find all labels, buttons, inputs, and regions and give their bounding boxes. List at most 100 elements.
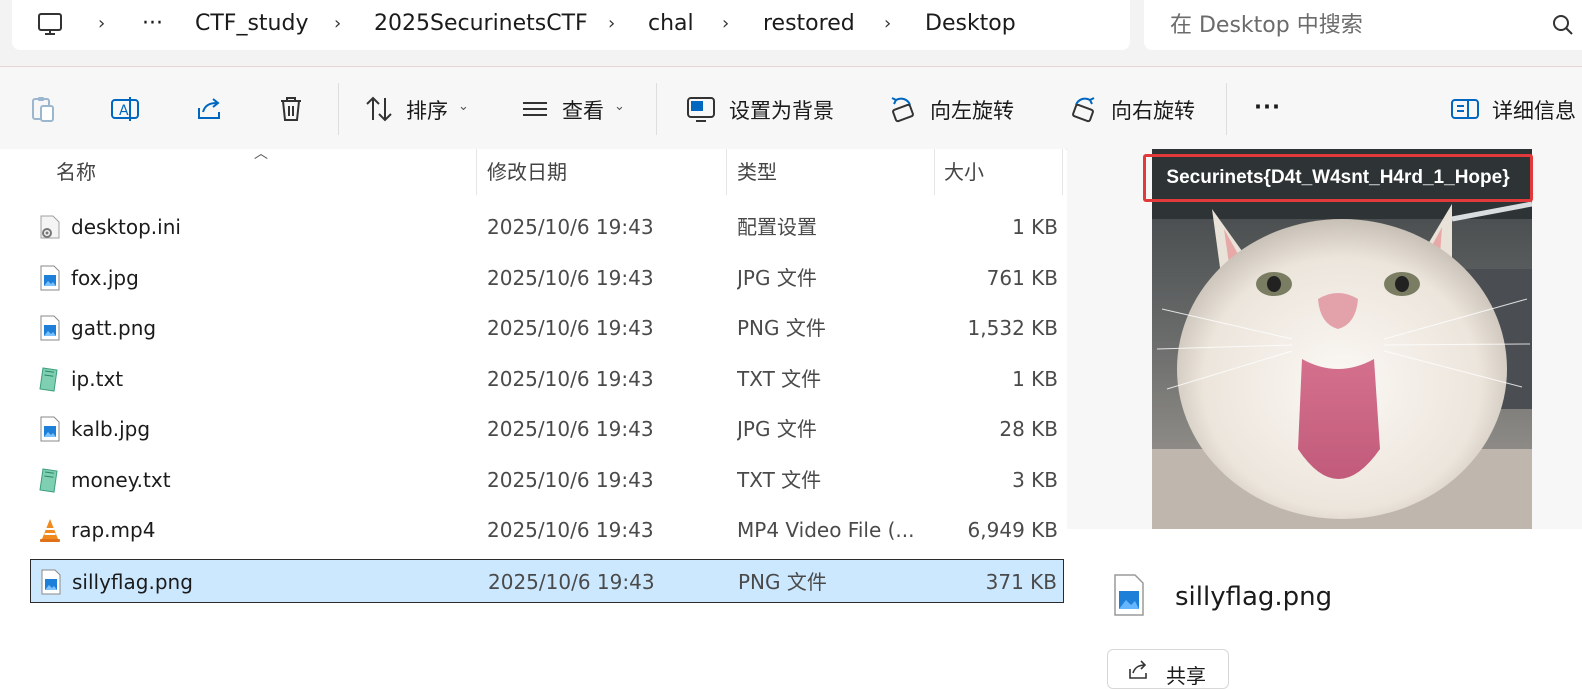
file-row[interactable]: gatt.png 2025/10/6 19:43 PNG 文件 1,532 KB	[30, 306, 1064, 350]
file-name: desktop.ini	[71, 215, 181, 239]
share-icon[interactable]	[194, 94, 224, 124]
file-row[interactable]: ip.txt 2025/10/6 19:43 TXT 文件 1 KB	[30, 357, 1064, 401]
share-icon	[1126, 658, 1150, 682]
file-type: JPG 文件	[737, 265, 817, 290]
flag-overlay-text: Securinets{D4t_W4snt_H4rd_1_Hope}	[1166, 167, 1510, 188]
svg-text:A: A	[119, 103, 129, 119]
preview-file-name: sillyflag.png	[1175, 582, 1333, 612]
column-header-name[interactable]: 名称	[56, 149, 96, 195]
file-size: 6,949 KB	[967, 518, 1058, 542]
sort-label: 排序	[406, 99, 448, 123]
view-icon	[520, 94, 550, 124]
file-size: 761 KB	[986, 265, 1058, 290]
chevron-right-icon[interactable]: ›	[884, 10, 891, 38]
view-label: 查看	[562, 99, 604, 123]
breadcrumb-overflow[interactable]: ···	[142, 10, 163, 38]
rotate-left-icon	[888, 94, 918, 124]
chevron-down-icon: ⌄	[458, 99, 469, 114]
file-row[interactable]: fox.jpg 2025/10/6 19:43 JPG 文件 761 KB	[30, 256, 1064, 300]
address-bar[interactable]: › ··· CTF_study › 2025SecurinetsCTF › ch…	[12, 0, 1130, 50]
column-resize-handle[interactable]	[1062, 149, 1063, 195]
chevron-right-icon[interactable]: ›	[334, 10, 341, 38]
file-type: 配置设置	[737, 215, 817, 239]
file-type: JPG 文件	[737, 417, 817, 441]
search-icon[interactable]	[1550, 12, 1576, 38]
chevron-right-icon[interactable]: ›	[608, 10, 615, 38]
file-type: TXT 文件	[737, 366, 822, 391]
title-bar: › ··· CTF_study › 2025SecurinetsCTF › ch…	[0, 0, 1582, 66]
toolbar-divider	[656, 83, 657, 135]
sort-icon	[364, 94, 394, 124]
file-size: 1 KB	[1012, 366, 1058, 391]
column-header-size[interactable]: 大小	[944, 149, 984, 195]
toolbar-divider	[1226, 83, 1227, 135]
text-file-icon	[38, 366, 62, 392]
file-row[interactable]: sillyflag.png 2025/10/6 19:43 PNG 文件 371 KB	[30, 558, 1064, 603]
chevron-right-icon[interactable]: ›	[98, 10, 105, 38]
rename-icon[interactable]: A	[110, 94, 140, 124]
column-header-type[interactable]: 类型	[737, 149, 777, 195]
file-type: TXT 文件	[737, 467, 822, 492]
delete-icon[interactable]	[276, 94, 306, 124]
breadcrumb-restored[interactable]: restored	[763, 10, 855, 38]
file-size: 1,532 KB	[967, 316, 1058, 340]
file-date: 2025/10/6 19:43	[487, 366, 654, 391]
text-file-icon	[38, 467, 62, 493]
preview-file-icon	[1113, 573, 1145, 617]
breadcrumb-2025securinetsctf[interactable]: 2025SecurinetsCTF	[374, 10, 588, 38]
file-row[interactable]: money.txt 2025/10/6 19:43 TXT 文件 3 KB	[30, 458, 1064, 502]
details-label: 详细信息	[1492, 99, 1576, 123]
settings-file-icon	[38, 214, 62, 240]
image-file-icon	[38, 265, 62, 291]
file-size: 371 KB	[985, 569, 1057, 594]
file-row[interactable]: kalb.jpg 2025/10/6 19:43 JPG 文件 28 KB	[30, 407, 1064, 451]
share-button[interactable]: 共享	[1107, 649, 1229, 689]
command-bar: A 排序 ⌄ 查看 ⌄ 设置为背景 向左旋转 向右旋转 ··· 详细信息	[0, 66, 1582, 150]
desktop-background-icon	[686, 94, 716, 124]
computer-icon[interactable]	[36, 11, 64, 39]
column-resize-handle[interactable]	[476, 149, 477, 195]
file-date: 2025/10/6 19:43	[487, 265, 654, 290]
file-name: fox.jpg	[71, 265, 139, 290]
file-size: 3 KB	[1012, 467, 1058, 492]
file-date: 2025/10/6 19:43	[487, 467, 654, 492]
preview-image	[1152, 149, 1532, 529]
file-size: 1 KB	[1012, 215, 1058, 239]
column-resize-handle[interactable]	[726, 149, 727, 195]
file-row[interactable]: rap.mp4 2025/10/6 19:43 MP4 Video File (..…	[30, 508, 1064, 552]
breadcrumb-ctf-study[interactable]: CTF_study	[195, 10, 308, 38]
file-row[interactable]: desktop.ini 2025/10/6 19:43 配置设置 1 KB	[30, 205, 1064, 249]
file-name: money.txt	[71, 467, 171, 492]
file-type: PNG 文件	[737, 316, 826, 340]
file-size: 28 KB	[999, 417, 1058, 441]
file-date: 2025/10/6 19:43	[487, 417, 654, 441]
file-date: 2025/10/6 19:43	[487, 518, 654, 542]
paste-icon[interactable]	[28, 94, 58, 124]
sort-ascending-icon: ︿	[254, 146, 268, 162]
share-label: 共享	[1166, 664, 1206, 688]
image-file-icon	[38, 315, 62, 341]
more-options-button[interactable]: ···	[1254, 93, 1281, 121]
column-resize-handle[interactable]	[934, 149, 935, 195]
file-type: MP4 Video File (...	[737, 518, 915, 542]
details-pane-icon	[1450, 94, 1480, 124]
file-list: ︿ 名称 修改日期 类型 大小 desktop.ini 2025/10/6 19:…	[0, 146, 1066, 681]
preview-pane: Securinets{D4t_W4snt_H4rd_1_Hope} sillyf…	[1067, 149, 1582, 689]
file-name: ip.txt	[71, 366, 124, 391]
breadcrumb-desktop[interactable]: Desktop	[925, 10, 1016, 38]
column-header-date[interactable]: 修改日期	[487, 149, 567, 195]
search-input[interactable]	[1168, 8, 1542, 42]
file-name: kalb.jpg	[71, 417, 151, 441]
rotate-right-label: 向右旋转	[1111, 99, 1195, 123]
breadcrumb-chal[interactable]: chal	[648, 10, 694, 38]
file-type: PNG 文件	[738, 569, 827, 594]
search-box[interactable]	[1144, 0, 1582, 50]
image-file-icon	[39, 569, 63, 595]
file-date: 2025/10/6 19:43	[488, 569, 655, 594]
chevron-down-icon: ⌄	[614, 99, 625, 114]
chevron-right-icon[interactable]: ›	[722, 10, 729, 38]
toolbar-divider	[338, 83, 339, 135]
file-name: sillyflag.png	[72, 569, 193, 594]
rotate-right-icon	[1068, 94, 1098, 124]
image-file-icon	[38, 416, 62, 442]
